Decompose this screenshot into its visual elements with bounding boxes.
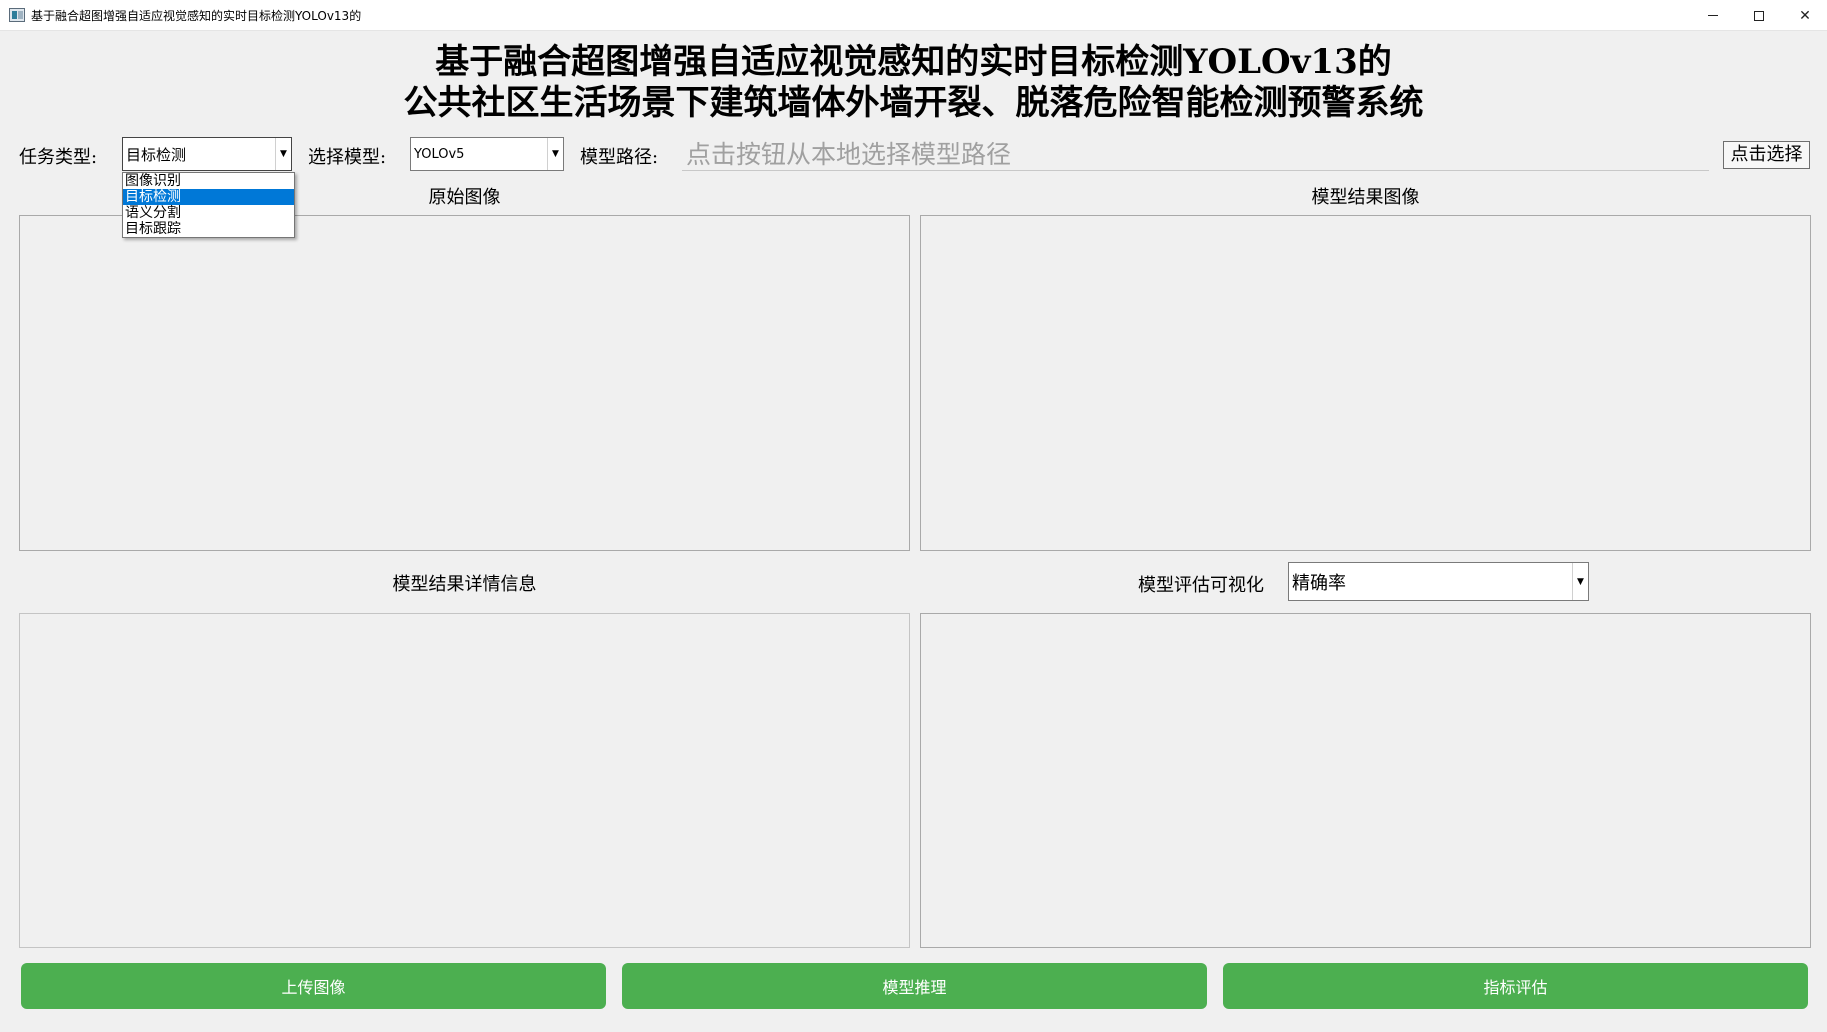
- original-image-panel: [19, 215, 910, 551]
- result-details-label: 模型结果详情信息: [392, 574, 537, 595]
- minimize-icon: [1708, 15, 1718, 16]
- model-select[interactable]: YOLOv5 ▼: [410, 137, 564, 171]
- app-icon: [9, 8, 25, 22]
- dropdown-option-selected[interactable]: 目标检测: [123, 189, 294, 205]
- task-type-dropdown: 图像识别 目标检测 语义分割 目标跟踪: [122, 172, 295, 238]
- result-image-label: 模型结果图像: [1311, 187, 1420, 208]
- result-image-panel: [920, 215, 1811, 551]
- upload-image-button[interactable]: 上传图像: [21, 963, 606, 1009]
- window-titlebar: 基于融合超图增强自适应视觉感知的实时目标检测YOLOv13的 ✕: [0, 0, 1827, 31]
- close-icon: ✕: [1799, 7, 1811, 24]
- window-title: 基于融合超图增强自适应视觉感知的实时目标检测YOLOv13的: [31, 9, 362, 23]
- task-type-select[interactable]: 目标检测 ▼: [122, 137, 292, 171]
- close-button[interactable]: ✕: [1782, 0, 1827, 31]
- metric-evaluation-button[interactable]: 指标评估: [1223, 963, 1808, 1009]
- dropdown-option[interactable]: 目标跟踪: [123, 221, 294, 237]
- chevron-down-icon: ▼: [1572, 563, 1588, 600]
- maximize-button[interactable]: [1736, 0, 1782, 31]
- task-type-label: 任务类型:: [19, 147, 98, 168]
- model-select-value: YOLOv5: [414, 146, 465, 162]
- eval-metric-value: 精确率: [1292, 572, 1346, 594]
- page-title-line2: 公共社区生活场景下建筑墙体外墙开裂、脱落危险智能检测预警系统: [403, 83, 1424, 123]
- task-type-value: 目标检测: [126, 145, 187, 164]
- eval-vis-panel: [920, 613, 1811, 948]
- model-select-label: 选择模型:: [308, 147, 387, 168]
- chevron-down-icon: ▼: [547, 138, 563, 170]
- pick-model-button[interactable]: 点击选择: [1723, 141, 1810, 169]
- dropdown-option[interactable]: 图像识别: [123, 173, 294, 189]
- minimize-button[interactable]: [1690, 0, 1736, 31]
- dropdown-option[interactable]: 语义分割: [123, 205, 294, 221]
- model-inference-button[interactable]: 模型推理: [622, 963, 1207, 1009]
- eval-metric-select[interactable]: 精确率 ▼: [1288, 562, 1589, 601]
- page-title: 基于融合超图增强自适应视觉感知的实时目标检测YOLOv13的 公共社区生活场景下…: [0, 42, 1827, 124]
- page-title-line1: 基于融合超图增强自适应视觉感知的实时目标检测YOLOv13的: [435, 42, 1392, 82]
- model-path-label: 模型路径:: [580, 147, 659, 168]
- model-path-input[interactable]: 点击按钮从本地选择模型路径: [682, 139, 1709, 171]
- eval-vis-label: 模型评估可视化: [1138, 575, 1264, 596]
- result-details-panel: [19, 613, 910, 948]
- chevron-down-icon: ▼: [275, 138, 291, 170]
- maximize-icon: [1754, 10, 1764, 21]
